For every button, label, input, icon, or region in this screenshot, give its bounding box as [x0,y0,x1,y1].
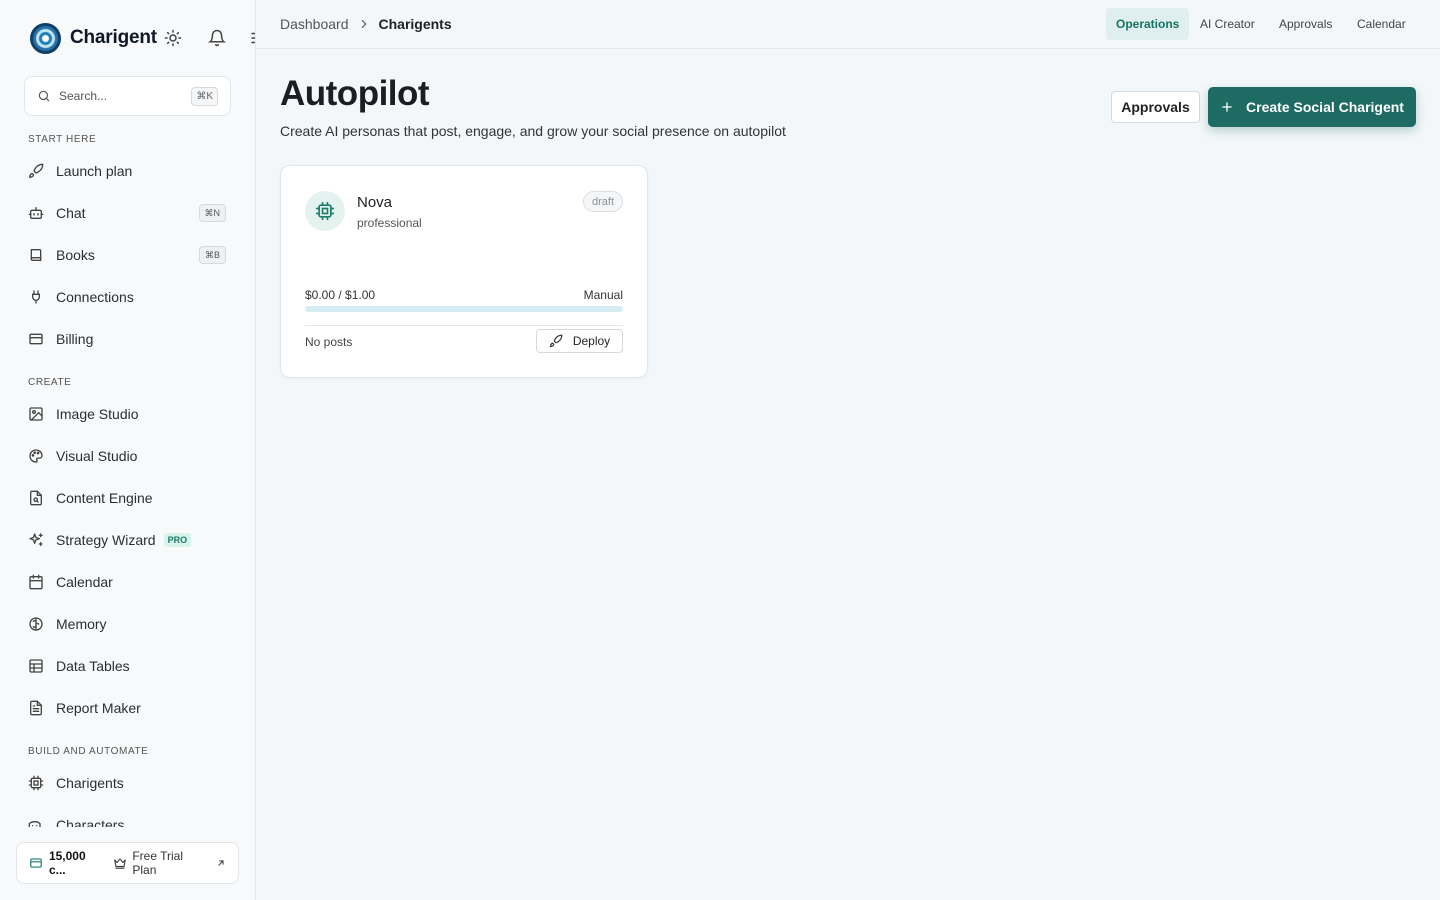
search-box[interactable]: ⌘K [24,76,231,116]
charigent-style: professional [357,216,422,230]
image-icon [28,406,44,422]
search-input[interactable] [59,89,179,103]
sidebar-item-chat[interactable]: Chat ⌘N [16,195,240,231]
sidebar-item-content-engine[interactable]: Content Engine [16,480,240,516]
pro-badge: PRO [163,533,192,547]
charigent-name: Nova [357,194,393,211]
deploy-button[interactable]: Deploy [536,329,623,353]
sidebar-item-charigents[interactable]: Charigents [16,765,240,801]
budget-usage: $0.00 / $1.00 [305,288,376,302]
sidebar-item-label: Connections [56,289,134,305]
palette-icon [28,448,44,464]
books-shortcut-badge: ⌘B [198,246,226,264]
sidebar-item-label: Calendar [56,574,113,590]
page-title: Autopilot [280,74,430,113]
tab-operations[interactable]: Operations [1106,8,1190,40]
collapse-sidebar-icon[interactable] [249,29,255,47]
budget-progress-bar [305,306,623,312]
sidebar-item-label: Strategy Wizard [56,532,156,548]
sidebar-item-label: Image Studio [56,406,139,422]
sparkles-icon [28,532,44,548]
sidebar-item-strategy-wizard[interactable]: Strategy Wizard PRO [16,522,240,558]
sidebar-item-label: Data Tables [56,658,130,674]
deploy-label: Deploy [572,334,611,348]
sidebar-item-label: Launch plan [56,163,133,179]
sidebar-item-label: Visual Studio [56,448,138,464]
brain-icon [28,616,44,632]
external-link-arrow-icon [218,860,224,866]
charigent-card[interactable]: Nova professional draft $0.00 / $1.00 Ma… [280,165,648,378]
book-icon [28,247,44,263]
plan-label: Free Trial Plan [132,849,184,877]
plan-summary[interactable]: 15,000 c... Free Trial Plan [16,842,239,884]
sidebar-item-label: Memory [56,616,107,632]
breadcrumb-dashboard[interactable]: Dashboard [280,16,349,32]
approvals-button[interactable]: Approvals [1111,91,1200,123]
sidebar-item-image-studio[interactable]: Image Studio [16,396,240,432]
posts-count: No posts [305,335,353,349]
charigent-logo-icon [30,22,61,54]
sidebar-item-characters[interactable]: Characters [16,807,240,827]
tab-ai-creator[interactable]: AI Creator [1190,8,1265,40]
rocket-icon [549,334,563,348]
tab-calendar[interactable]: Calendar [1347,8,1416,40]
credit-card-icon [28,331,44,347]
sidebar: Charigent ⌘K START HERE Launch plan Chat… [0,0,256,900]
drama-icon [28,817,44,827]
avatar [305,191,345,231]
section-build-and-automate: BUILD AND AUTOMATE [28,746,149,757]
plan-name: Free Trial Plan [113,849,210,877]
breadcrumb-current: Charigents [378,16,452,32]
bot-icon [28,205,44,221]
sidebar-item-calendar[interactable]: Calendar [16,564,240,600]
sidebar-item-launch-plan[interactable]: Launch plan [16,153,240,189]
status-badge: draft [582,191,623,212]
rocket-icon [28,163,44,179]
sidebar-item-data-tables[interactable]: Data Tables [16,648,240,684]
run-mode: Manual [583,288,623,302]
top-bar: Dashboard Charigents Operations AI Creat… [256,0,1440,49]
cpu-icon [315,201,335,221]
theme-toggle-sun-icon[interactable] [164,29,182,47]
sidebar-item-label: Characters [56,817,125,827]
wallet-icon [30,858,42,868]
credits-amount: 15,000 c... [48,849,86,877]
divider [305,325,623,326]
sidebar-item-label: Content Engine [56,490,153,506]
table-icon [28,658,44,674]
sidebar-item-billing[interactable]: Billing [16,321,240,357]
calendar-icon [28,574,44,590]
sidebar-item-label: Chat [56,205,86,221]
sidebar-item-report-maker[interactable]: Report Maker [16,690,240,726]
tab-approvals[interactable]: Approvals [1269,8,1342,40]
section-start-here: START HERE [28,134,97,145]
chevron-right-icon [361,19,367,29]
section-create: CREATE [28,377,72,388]
sidebar-item-label: Billing [56,331,94,347]
sidebar-item-label: Charigents [56,775,124,791]
cpu-icon [28,775,44,791]
breadcrumb: Dashboard Charigents [280,16,452,32]
sidebar-item-books[interactable]: Books ⌘B [16,237,240,273]
sidebar-item-label: Books [56,247,95,263]
brand-name: Charigent [70,27,157,48]
file-text-icon [28,700,44,716]
create-button-label: Create Social Charigent [1246,99,1404,115]
file-search-icon [28,490,44,506]
search-shortcut-badge: ⌘K [191,87,218,106]
sidebar-item-label: Report Maker [56,700,141,716]
crown-icon [114,858,127,869]
create-social-charigent-button[interactable]: Create Social Charigent [1208,87,1416,127]
brand[interactable]: Charigent [30,22,157,54]
plus-icon [1222,102,1232,112]
sidebar-item-visual-studio[interactable]: Visual Studio [16,438,240,474]
page-subtitle: Create AI personas that post, engage, an… [280,123,786,139]
notifications-bell-icon[interactable] [208,29,226,47]
chat-shortcut-badge: ⌘N [198,204,226,222]
sidebar-item-connections[interactable]: Connections [16,279,240,315]
plug-icon [28,289,44,305]
sidebar-item-memory[interactable]: Memory [16,606,240,642]
credits-display: 15,000 c... [29,849,105,877]
search-icon [38,90,50,102]
